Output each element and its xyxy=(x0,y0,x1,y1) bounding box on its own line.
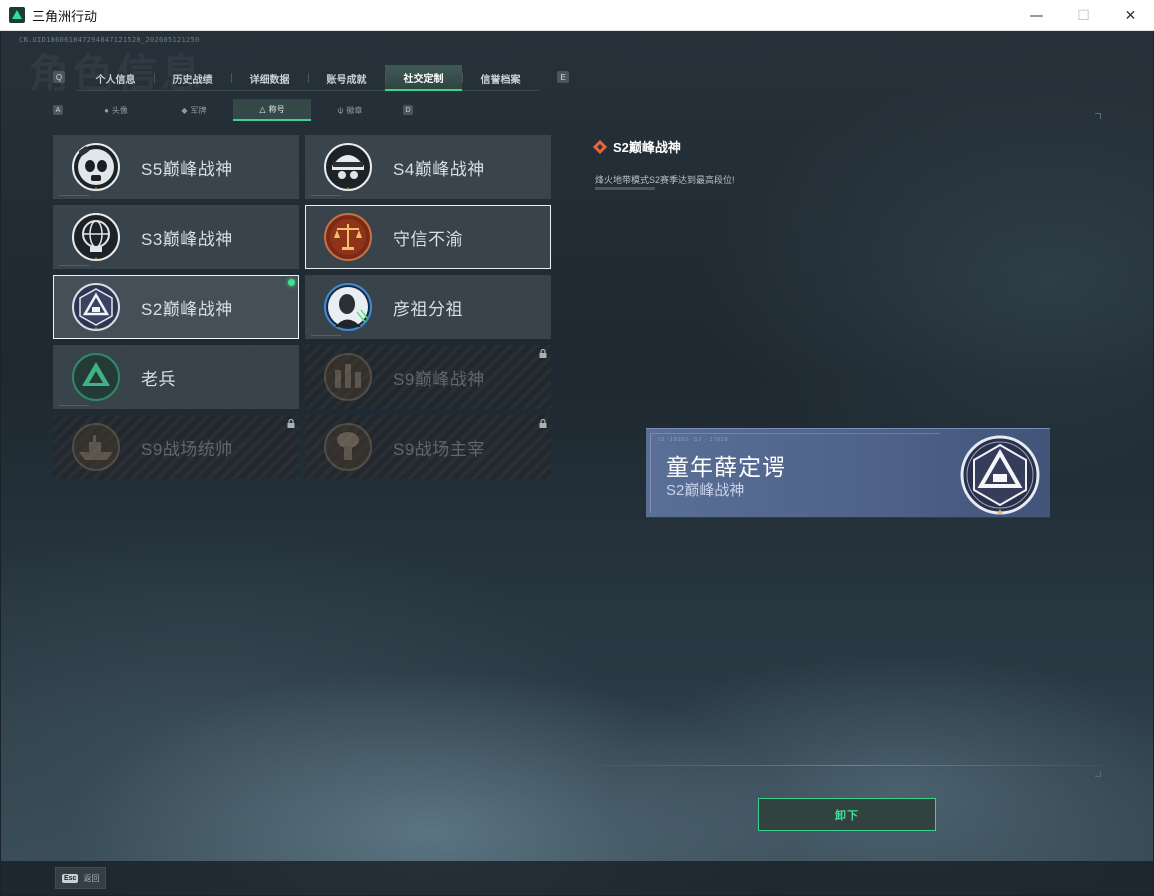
window-titlebar: 三角洲行动 — ☐ ✕ xyxy=(0,0,1154,31)
title-card-s2[interactable]: S2巅峰战神 xyxy=(53,275,299,339)
title-card-label: S2巅峰战神 xyxy=(141,299,233,319)
app-logo-icon xyxy=(9,7,25,23)
scales-badge-icon xyxy=(323,212,373,262)
bottom-bar xyxy=(1,861,1153,895)
title-card-label: 彦祖分祖 xyxy=(393,299,463,319)
title-card-label: 守信不渝 xyxy=(393,229,463,249)
esc-key-icon: Esc xyxy=(62,873,79,883)
detail-divider xyxy=(595,187,655,190)
title-card-label: S4巅峰战神 xyxy=(393,159,485,179)
lock-icon xyxy=(539,349,547,358)
tag-icon: ◆ xyxy=(181,105,188,115)
card-decoration xyxy=(59,195,89,196)
tab-achievements[interactable]: 账号成就 xyxy=(308,65,385,91)
tab-history[interactable]: 历史战绩 xyxy=(154,65,231,91)
explosion-badge-icon xyxy=(323,422,373,472)
ruins-badge-icon xyxy=(323,352,373,402)
title-card-label: S9战场主宰 xyxy=(393,439,485,459)
diamond-icon xyxy=(592,139,608,154)
window-controls: — ☐ ✕ xyxy=(1013,0,1154,31)
detail-header: S2巅峰战神 xyxy=(592,137,681,156)
back-label: 返回 xyxy=(83,873,100,883)
title-card-s4[interactable]: S4巅峰战神 xyxy=(305,135,551,199)
lock-icon xyxy=(539,419,547,428)
title-card-s9-commander[interactable]: S9战场统帅 xyxy=(53,415,299,479)
title-card-label: S9巅峰战神 xyxy=(393,369,485,389)
nameplate-preview: ID ·19382· S2 · 17628 童年薛定谔 S2巅峰战神 xyxy=(646,428,1050,518)
portrait-badge-icon xyxy=(323,282,373,332)
subtab-title[interactable]: △ 称号 xyxy=(233,99,311,121)
lock-icon xyxy=(287,419,295,428)
back-button[interactable]: Esc 返回 xyxy=(55,867,107,889)
main-tabs: 个人信息 历史战绩 详细数据 账号成就 社交定制 信誉档案 xyxy=(77,65,539,91)
tab-social-custom[interactable]: 社交定制 xyxy=(385,65,462,91)
maximize-button[interactable]: ☐ xyxy=(1060,0,1107,31)
minimize-button[interactable]: — xyxy=(1013,0,1060,31)
next-subtab-key[interactable]: D xyxy=(403,105,413,115)
title-card-veteran[interactable]: 老兵 xyxy=(53,345,299,409)
title-card-label: 老兵 xyxy=(141,369,176,389)
prev-subtab-key[interactable]: A xyxy=(53,105,63,115)
window-title: 三角洲行动 xyxy=(32,8,98,24)
title-card-label: S9战场统帅 xyxy=(141,439,233,459)
detail-description: 烽火地带模式S2赛季达到最高段位! xyxy=(595,175,735,185)
skull-helmet-badge-icon xyxy=(323,142,373,192)
subtab-emblem[interactable]: ψ 徽章 xyxy=(311,99,389,121)
triangle-crest-badge-icon xyxy=(71,282,121,332)
nameplate-code: ID ·19382· S2 · 17628 xyxy=(658,437,729,443)
subtab-avatar-label: 头像 xyxy=(111,105,128,115)
corner-decoration xyxy=(1095,771,1101,777)
tab-detailed-data[interactable]: 详细数据 xyxy=(231,65,308,91)
title-card-yanzu[interactable]: 彦祖分祖 xyxy=(305,275,551,339)
tab-personal-info[interactable]: 个人信息 xyxy=(77,65,154,91)
equipped-indicator-icon xyxy=(288,279,295,286)
corner-decoration xyxy=(1095,113,1101,119)
card-decoration xyxy=(311,195,341,196)
tab-reputation[interactable]: 信誉档案 xyxy=(462,65,539,91)
title-card-s3[interactable]: S3巅峰战神 xyxy=(53,205,299,269)
delta-badge-icon xyxy=(71,352,121,402)
subtab-title-label: 称号 xyxy=(268,104,285,114)
triangle-crest-badge-icon xyxy=(960,435,1040,515)
person-icon: ● xyxy=(104,105,109,115)
subtab-dogtag-label: 军牌 xyxy=(190,105,207,115)
game-viewport: CN.UID1860618472948471215​28_20260512125… xyxy=(1,31,1153,895)
emblem-icon: ψ xyxy=(337,105,344,115)
card-decoration xyxy=(59,405,89,406)
card-decoration xyxy=(59,265,89,266)
close-button[interactable]: ✕ xyxy=(1107,0,1154,31)
title-grid: S5巅峰战神 S4巅峰战神 S3巅峰战神 守信不渝 S2巅峰战神 彦祖分祖 老兵… xyxy=(53,135,553,479)
subtab-dogtag[interactable]: ◆ 军牌 xyxy=(155,99,233,121)
title-card-s9-peak[interactable]: S9巅峰战神 xyxy=(305,345,551,409)
skull-gasmask-badge-icon xyxy=(71,142,121,192)
sub-tabs: ● 头像 ◆ 军牌 △ 称号 ψ 徽章 xyxy=(77,99,389,121)
skull-globe-badge-icon xyxy=(71,212,121,262)
title-card-s5[interactable]: S5巅峰战神 xyxy=(53,135,299,199)
title-card-trustworthy[interactable]: 守信不渝 xyxy=(305,205,551,269)
detail-title: S2巅峰战神 xyxy=(613,140,681,155)
unequip-button[interactable]: 卸下 xyxy=(758,798,936,831)
title-card-label: S5巅峰战神 xyxy=(141,159,233,179)
title-card-s9-dominator[interactable]: S9战场主宰 xyxy=(305,415,551,479)
next-tab-key[interactable]: E xyxy=(557,71,569,83)
warship-badge-icon xyxy=(71,422,121,472)
subtab-avatar[interactable]: ● 头像 xyxy=(77,99,155,121)
title-icon: △ xyxy=(259,104,266,114)
nameplate-player-name: 童年薛定谔 xyxy=(666,454,786,480)
bottom-divider xyxy=(595,765,1105,766)
prev-tab-key[interactable]: Q xyxy=(53,71,65,83)
card-decoration xyxy=(311,335,341,336)
nameplate-title: S2巅峰战神 xyxy=(666,482,745,499)
title-card-label: S3巅峰战神 xyxy=(141,229,233,249)
subtab-emblem-label: 徽章 xyxy=(346,105,363,115)
